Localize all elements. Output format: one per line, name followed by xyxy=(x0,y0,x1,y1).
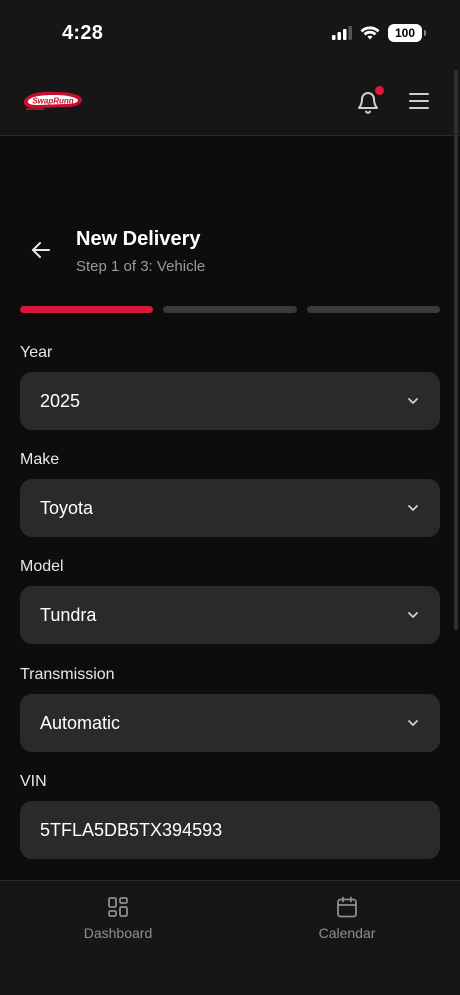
progress-step-3 xyxy=(306,306,440,313)
bottom-nav: Dashboard Calendar xyxy=(0,880,460,995)
step-subtitle: Step 1 of 3: Vehicle xyxy=(76,258,206,275)
chevron-down-icon xyxy=(408,398,418,404)
back-arrow-icon[interactable] xyxy=(30,240,52,260)
transmission-select[interactable]: Automatic xyxy=(20,694,440,752)
scrollbar[interactable] xyxy=(454,70,458,630)
notification-badge xyxy=(375,86,384,95)
model-label: Model xyxy=(20,558,64,575)
dashboard-grid-icon xyxy=(108,897,128,917)
progress-step-2 xyxy=(163,306,297,313)
nav-dashboard-label: Dashboard xyxy=(83,925,153,941)
status-icons: 100 xyxy=(332,24,426,42)
status-bar: 4:28 100 xyxy=(0,0,460,66)
swaprunn-logo[interactable]: SwapRunn xyxy=(22,90,84,112)
battery-indicator: 100 xyxy=(388,24,426,42)
vin-value: 5TFLA5DB5TX394593 xyxy=(40,819,223,840)
transmission-label: Transmission xyxy=(20,666,115,683)
nav-dashboard[interactable]: Dashboard xyxy=(58,895,178,941)
year-select[interactable]: 2025 xyxy=(20,372,440,430)
vin-label: VIN xyxy=(20,773,47,790)
make-value: Toyota xyxy=(40,497,94,518)
year-value: 2025 xyxy=(40,390,81,411)
logo-text: SwapRunn xyxy=(32,97,73,106)
step-progress xyxy=(20,306,440,313)
chevron-down-icon xyxy=(408,720,418,726)
chevron-down-icon xyxy=(408,505,418,511)
page-title-row: New Delivery Step 1 of 3: Vehicle xyxy=(0,226,460,282)
chevron-down-icon xyxy=(408,612,418,618)
cellular-signal-icon xyxy=(332,26,352,40)
transmission-value: Automatic xyxy=(40,712,121,733)
app-header: SwapRunn xyxy=(0,66,460,136)
progress-step-1 xyxy=(20,306,154,313)
hamburger-menu-icon[interactable] xyxy=(408,92,430,110)
nav-calendar-label: Calendar xyxy=(318,925,376,941)
nav-calendar[interactable]: Calendar xyxy=(287,895,407,941)
calendar-icon xyxy=(337,896,357,918)
status-time: 4:28 xyxy=(62,22,104,44)
model-value: Tundra xyxy=(40,604,97,625)
make-label: Make xyxy=(20,451,60,468)
page-title: New Delivery xyxy=(76,228,201,250)
model-select[interactable]: Tundra xyxy=(20,586,440,644)
vin-input[interactable]: 5TFLA5DB5TX394593 xyxy=(20,801,440,859)
wifi-icon xyxy=(360,25,380,39)
year-label: Year xyxy=(20,344,53,361)
make-select[interactable]: Toyota xyxy=(20,479,440,537)
